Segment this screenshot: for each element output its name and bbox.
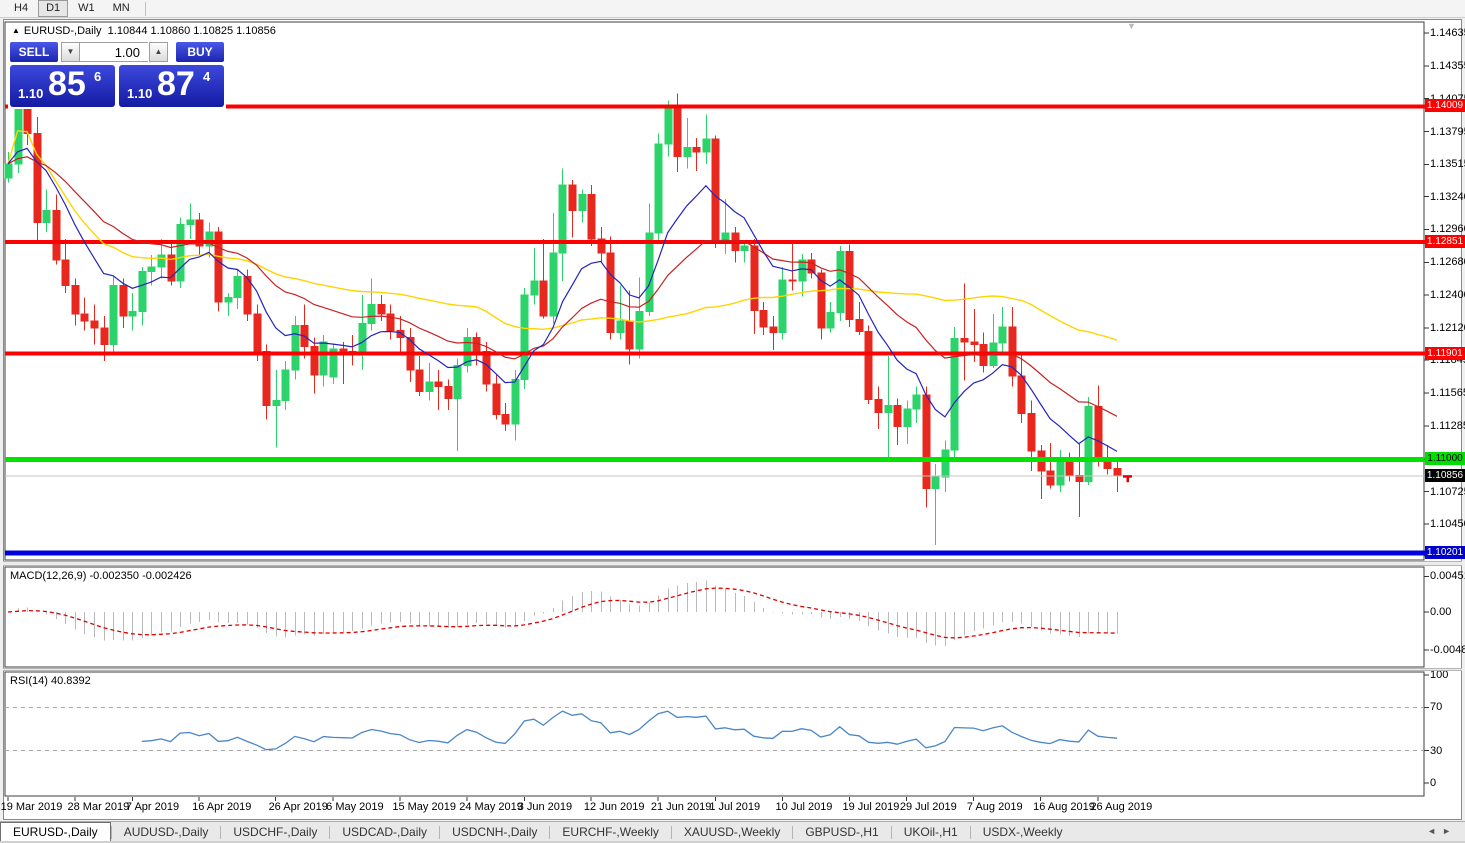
date-label: 16 Aug 2019 [1033,801,1095,813]
volume-decrease-button[interactable]: ▼ [61,42,80,62]
volume-increase-button[interactable]: ▲ [149,42,168,62]
tab-eurchf-weekly[interactable]: EURCHF-,Weekly [550,823,670,842]
date-label: 29 Jul 2019 [900,801,957,813]
macd-indicator-label: MACD(12,26,9) -0.002350 -0.002426 [10,570,192,582]
price-tick-label: 1.13515 [1430,158,1465,170]
pane-separator[interactable] [3,668,1462,671]
price-tick-label: 1.14635 [1430,27,1465,39]
tab-scroll-arrows[interactable]: ◄► [1427,826,1457,836]
date-label: 6 May 2019 [326,801,383,813]
tab-audusd-daily[interactable]: AUDUSD-,Daily [112,823,221,842]
chart-ohlc-values: 1.10844 1.10860 1.10825 1.10856 [108,25,276,37]
date-label: 15 May 2019 [392,801,456,813]
price-marker-icon [1126,477,1129,482]
price-tick-label: 1.11565 [1430,387,1465,399]
tab-usdcnh-daily[interactable]: USDCNH-,Daily [440,823,549,842]
sell-price-big: 85 [48,65,86,104]
chevron-down-icon: ▼ [67,47,75,56]
date-label: 7 Apr 2019 [126,801,179,813]
macd-tick-label: 0.00 [1430,606,1465,618]
date-label: 7 Aug 2019 [967,801,1023,813]
date-label: 19 Jul 2019 [842,801,899,813]
one-click-trading-panel: SELL ▼ ▲ BUY 1.10 85 6 1.10 87 4 [8,41,226,109]
price-tick-label: 1.12120 [1430,322,1465,334]
scroll-right-icon[interactable]: ► [1442,826,1457,836]
price-level-label: 1.10201 [1425,546,1465,559]
price-tick-label: 1.12400 [1430,289,1465,301]
price-tick-label: 1.11285 [1430,420,1465,432]
tab-xauusd-weekly[interactable]: XAUUSD-,Weekly [672,823,792,842]
chart-shift-marker-icon[interactable]: ▼ [1127,21,1136,31]
buy-quote-button[interactable]: 1.10 87 4 [119,65,224,107]
price-tick-label: 1.12960 [1430,223,1465,235]
price-tick-label: 1.12680 [1430,256,1465,268]
date-label: 26 Aug 2019 [1090,801,1152,813]
sell-price-prefix: 1.10 [18,86,43,101]
date-label: 12 Jun 2019 [584,801,645,813]
macd-tick-label: -0.004806 [1430,644,1465,656]
pane-frame [5,672,1424,796]
buy-price-pip: 4 [203,69,210,84]
terminal-window: H4D1W1MN ▼ ▲EURUSD-,Daily 1.10844 1.1086… [0,0,1465,843]
date-label: 24 May 2019 [459,801,523,813]
tab-usdcad-daily[interactable]: USDCAD-,Daily [330,823,439,842]
chart-header: ▲ EURUSD-,Daily 1.10844 1.10860 1.10825 1… [12,25,276,37]
buy-button[interactable]: BUY [176,42,224,62]
rsi-tick-label: 70 [1430,701,1465,713]
volume-input[interactable] [80,42,148,62]
rsi-tick-label: 0 [1430,777,1465,789]
date-label: 10 Jul 2019 [776,801,833,813]
date-label: 19 Mar 2019 [1,801,63,813]
price-tick-label: 1.10450 [1430,518,1465,530]
sell-button[interactable]: SELL [10,42,58,62]
price-level-label: 1.11901 [1425,347,1465,360]
sell-quote-button[interactable]: 1.10 85 6 [10,65,115,107]
date-label: 1 Jul 2019 [709,801,760,813]
price-tick-label: 1.10725 [1430,486,1465,498]
date-label: 21 Jun 2019 [651,801,712,813]
chevron-up-icon: ▲ [155,47,163,56]
collapse-panel-icon[interactable]: ▲ [12,26,20,35]
price-level-label: 1.12851 [1425,235,1465,248]
date-label: 26 Apr 2019 [269,801,328,813]
macd-tick-label: 0.004517 [1430,570,1465,582]
chart-canvas[interactable] [0,0,1465,843]
tab-usdchf-daily[interactable]: USDCHF-,Daily [221,823,329,842]
rsi-tick-label: 30 [1430,745,1465,757]
current-price-label: 1.10856 [1425,469,1465,482]
date-label: 3 Jun 2019 [518,801,572,813]
scroll-left-icon[interactable]: ◄ [1427,826,1442,836]
date-label: 28 Mar 2019 [68,801,130,813]
buy-price-prefix: 1.10 [127,86,152,101]
pane-frame [5,567,1424,667]
tab-ukoil-h1[interactable]: UKOil-,H1 [892,823,970,842]
chart-tab-bar: EURUSD-,DailyAUDUSD-,DailyUSDCHF-,DailyU… [0,821,1465,842]
sell-price-pip: 6 [94,69,101,84]
buy-price-big: 87 [157,65,195,104]
price-tick-label: 1.13795 [1430,126,1465,138]
tab-usdx-weekly[interactable]: USDX-,Weekly [971,823,1075,842]
tab-gbpusd-h1[interactable]: GBPUSD-,H1 [793,823,890,842]
tab-eurusd-daily[interactable]: EURUSD-,Daily [0,822,111,842]
pane-separator[interactable] [3,561,1462,566]
rsi-indicator-label: RSI(14) 40.8392 [10,675,91,687]
price-tick-label: 1.14355 [1430,60,1465,72]
price-level-label: 1.11000 [1425,452,1465,465]
chart-symbol-label: EURUSD-,Daily [24,25,102,37]
price-level-label: 1.14009 [1425,99,1465,112]
date-label: 16 Apr 2019 [192,801,251,813]
price-tick-label: 1.13240 [1430,191,1465,203]
